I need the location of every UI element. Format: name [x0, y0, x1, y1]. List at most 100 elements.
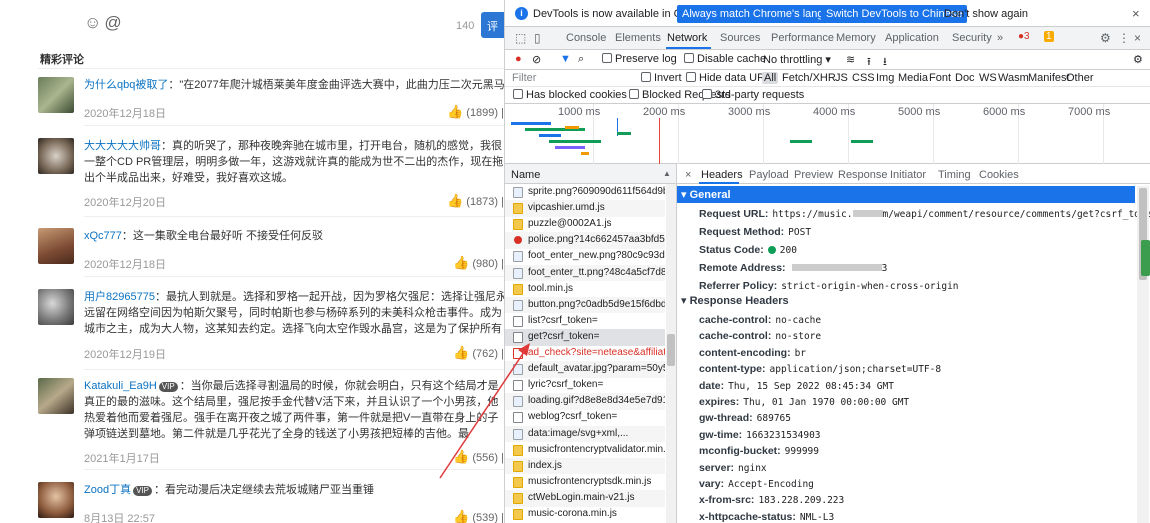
request-row[interactable]: button.png?c0adb5d9e15f6dbdee...: [505, 296, 665, 314]
request-row[interactable]: weblog?csrf_token=: [505, 409, 665, 426]
type-filter-ws[interactable]: WS: [979, 72, 997, 84]
avatar[interactable]: [38, 138, 74, 174]
request-row[interactable]: loading.gif?d8e8e8d34e5e7d9104...: [505, 393, 665, 411]
tab-timing[interactable]: Timing: [938, 169, 971, 181]
thumbs-up-icon[interactable]: 👍: [453, 345, 469, 360]
third-party-requests-checkbox[interactable]: 3rd-party requests: [702, 89, 804, 101]
request-row[interactable]: musicfrontencryptvalidator.min.js: [505, 442, 665, 459]
request-row[interactable]: ctWebLogin.main-v21.js: [505, 489, 665, 507]
thumbs-up-icon[interactable]: 👍: [453, 449, 469, 464]
more-tabs-icon[interactable]: »: [997, 32, 1003, 44]
dont-show-again-link[interactable]: Don't show again: [944, 8, 1028, 20]
settings-gear-icon[interactable]: ⚙: [1100, 31, 1111, 45]
network-settings-icon[interactable]: ⚙: [1133, 53, 1143, 66]
tab-preview[interactable]: Preview: [794, 169, 833, 181]
at-icon[interactable]: @: [104, 13, 124, 32]
warning-count-badge[interactable]: 1: [1044, 31, 1054, 42]
invert-checkbox[interactable]: Invert: [641, 72, 682, 84]
request-list-header[interactable]: Name ▲: [505, 164, 676, 184]
request-row[interactable]: foot_enter_tt.png?48c4a5cf7d8c2f...: [505, 264, 665, 282]
type-filter-other[interactable]: Other: [1066, 72, 1094, 84]
type-filter-media[interactable]: Media: [898, 72, 928, 84]
avatar[interactable]: [38, 289, 74, 325]
close-details-icon[interactable]: ×: [685, 169, 691, 181]
close-icon[interactable]: ×: [1132, 6, 1140, 21]
record-icon[interactable]: ●: [515, 53, 522, 65]
comment-user[interactable]: 用户82965775: [84, 291, 155, 303]
thumbs-up-icon[interactable]: 👍: [447, 193, 463, 208]
wifi-icon[interactable]: ≋: [846, 53, 855, 66]
tab-sources[interactable]: Sources: [720, 32, 760, 44]
tab-initiator[interactable]: Initiator: [890, 169, 926, 181]
request-row[interactable]: get?csrf_token=: [505, 328, 665, 346]
request-row[interactable]: music-corona.min.js: [505, 506, 665, 523]
comment-user[interactable]: Katakuli_Ea9H: [84, 380, 157, 392]
thumbs-up-icon[interactable]: 👍: [447, 104, 463, 119]
preserve-log-checkbox[interactable]: Preserve log: [602, 53, 677, 65]
clear-icon[interactable]: ⊘: [532, 53, 541, 66]
avatar[interactable]: [38, 77, 74, 113]
request-row[interactable]: musicfrontencryptsdk.min.js: [505, 474, 665, 491]
type-filter-manifest[interactable]: Manifest: [1028, 72, 1070, 84]
tab-payload[interactable]: Payload: [749, 169, 789, 181]
network-overview-timeline[interactable]: 1000 ms 2000 ms 3000 ms 4000 ms 5000 ms …: [505, 104, 1150, 164]
comment-user[interactable]: 大大大大大帅哥: [84, 140, 161, 152]
submit-comment-button[interactable]: 评: [481, 12, 504, 38]
tab-response[interactable]: Response: [838, 169, 888, 181]
filter-input[interactable]: Filter: [512, 72, 536, 84]
search-icon[interactable]: ⌕: [578, 53, 584, 66]
type-filter-img[interactable]: Img: [876, 72, 894, 84]
type-filter-js[interactable]: JS: [835, 72, 848, 84]
tab-cookies[interactable]: Cookies: [979, 169, 1019, 181]
request-row[interactable]: sprite.png?609090d611f564d9b57...: [505, 184, 665, 201]
tab-application[interactable]: Application: [885, 32, 939, 44]
type-filter-doc[interactable]: Doc: [955, 72, 975, 84]
thumbs-up-icon[interactable]: 👍: [453, 255, 469, 270]
filter-icon[interactable]: ▼: [560, 53, 571, 65]
request-row[interactable]: foot_enter_new.png?80c9c93dd68...: [505, 248, 665, 265]
has-blocked-cookies-checkbox[interactable]: Has blocked cookies: [513, 89, 627, 101]
request-row[interactable]: ad_check?site=netease&affiliate=...: [505, 345, 665, 362]
more-options-icon[interactable]: ⋮: [1118, 31, 1130, 45]
tab-security[interactable]: Security: [952, 32, 992, 44]
thumbs-up-icon[interactable]: 👍: [453, 509, 469, 523]
response-headers-section-header[interactable]: ▾ Response Headers: [677, 292, 1135, 309]
throttling-select[interactable]: No throttling ▾: [763, 53, 831, 66]
error-count-badge[interactable]: ●3: [1018, 31, 1030, 42]
emoji-icon[interactable]: ☺: [84, 13, 104, 32]
request-row[interactable]: police.png?14c662457aa3bfd52b4...: [505, 232, 665, 250]
avatar[interactable]: [38, 228, 74, 264]
tab-performance[interactable]: Performance: [771, 32, 834, 44]
tab-elements[interactable]: Elements: [615, 32, 661, 44]
active-detail-tab-indicator: [699, 182, 739, 184]
request-row[interactable]: puzzle@0002A1.js: [505, 216, 665, 233]
type-filter-wasm[interactable]: Wasm: [998, 72, 1029, 84]
general-section-header[interactable]: ▾ General: [677, 186, 1135, 203]
request-row[interactable]: list?csrf_token=: [505, 313, 665, 330]
request-row[interactable]: data:image/svg+xml,...: [505, 425, 665, 443]
comment-user[interactable]: xQc777: [84, 230, 122, 242]
tab-memory[interactable]: Memory: [836, 32, 876, 44]
avatar[interactable]: [38, 378, 74, 414]
request-list-scroll-thumb[interactable]: [667, 334, 675, 366]
type-filter-css[interactable]: CSS: [852, 72, 875, 84]
comment-user[interactable]: 为什么qbq被取了: [84, 79, 168, 91]
request-row[interactable]: tool.min.js: [505, 281, 665, 298]
request-row[interactable]: default_avatar.jpg?param=50y50: [505, 361, 665, 378]
tab-headers[interactable]: Headers: [701, 169, 743, 181]
request-row[interactable]: index.js: [505, 457, 665, 475]
close-devtools-icon[interactable]: ×: [1134, 31, 1141, 45]
tab-console[interactable]: Console: [566, 32, 606, 44]
disable-cache-checkbox[interactable]: Disable cache: [684, 53, 766, 65]
type-filter-fetch-xhr[interactable]: Fetch/XHR: [782, 72, 836, 84]
request-row[interactable]: vipcashier.umd.js: [505, 200, 665, 217]
inspect-element-icon[interactable]: ⬚: [515, 31, 526, 45]
type-filter-all[interactable]: All: [762, 72, 779, 84]
device-toolbar-icon[interactable]: ▯: [534, 31, 541, 45]
type-filter-font[interactable]: Font: [929, 72, 951, 84]
request-row[interactable]: lyric?csrf_token=: [505, 377, 665, 394]
avatar[interactable]: [38, 482, 74, 518]
comment-user[interactable]: Zood丁真: [84, 484, 131, 496]
side-resize-handle[interactable]: [1141, 240, 1150, 276]
tab-network[interactable]: Network: [667, 32, 707, 44]
